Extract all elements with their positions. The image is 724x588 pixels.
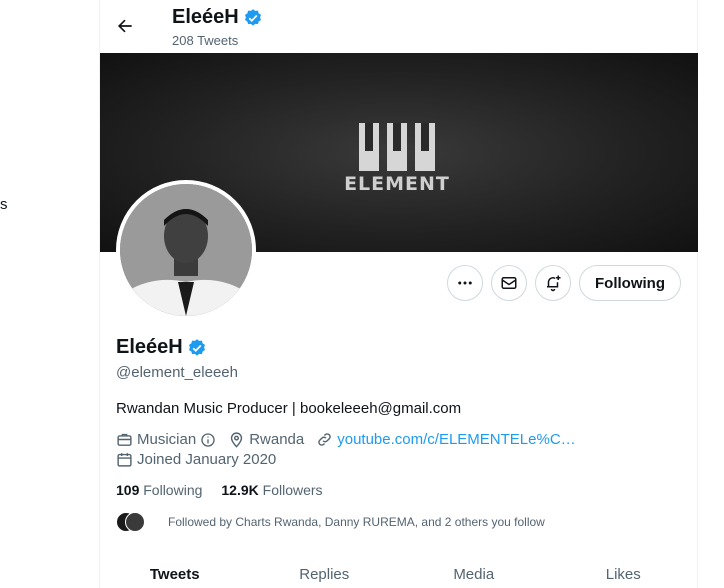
tab-replies[interactable]: Replies [250, 553, 400, 588]
website-link[interactable]: youtube.com/c/ELEMENTELe%C… [337, 431, 575, 448]
followed-by-text: Followed by Charts Rwanda, Danny RUREMA,… [168, 515, 545, 529]
location-item: Rwanda [228, 431, 304, 448]
banner-brand-text: ELEMENT [344, 173, 450, 195]
calendar-icon [117, 453, 132, 467]
display-name: EleéeH [116, 336, 183, 358]
joined-text: Joined January 2020 [137, 451, 277, 468]
back-arrow-icon [117, 19, 132, 33]
location-text: Rwanda [249, 431, 305, 448]
sidebar-text-fragment: s [0, 196, 8, 213]
header-name: EleéeH [172, 6, 239, 28]
briefcase-icon [117, 433, 132, 446]
left-sidebar: s [0, 0, 99, 588]
profile-column: EleéeH 208 Tweets ELEMENT Following Eleé… [99, 0, 698, 588]
envelope-icon [501, 277, 517, 289]
website-item: youtube.com/c/ELEMENTELe%C… [316, 431, 576, 448]
profile-name: EleéeH [116, 336, 207, 359]
more-button[interactable] [447, 265, 484, 301]
following-stat[interactable]: 109 Following [116, 482, 202, 498]
profile-actions: Following [447, 265, 681, 301]
followers-count: 12.9K [221, 482, 259, 498]
category-item: Musician [116, 431, 216, 448]
bell-plus-icon [547, 275, 561, 292]
followers-label: Followers [262, 482, 323, 498]
tab-tweets[interactable]: Tweets [100, 553, 250, 588]
joined-item: Joined January 2020 [116, 451, 276, 468]
mutual-avatar [125, 512, 145, 532]
followers-stat[interactable]: 12.9K Followers [221, 482, 322, 498]
profile-tabs: Tweets Replies Media Likes [100, 553, 698, 588]
info-icon[interactable] [200, 432, 216, 448]
profile-handle: @element_eleeeh [116, 364, 238, 381]
message-button[interactable] [491, 265, 528, 301]
verified-badge-icon [244, 8, 261, 26]
profile-bio: Rwandan Music Producer | bookeleeeh@gmai… [116, 400, 462, 417]
back-button[interactable] [110, 11, 140, 41]
profile-header-bar: EleéeH 208 Tweets [100, 0, 698, 53]
notify-button[interactable] [535, 265, 572, 301]
followed-by-row[interactable]: Followed by Charts Rwanda, Danny RUREMA,… [116, 512, 545, 532]
follow-stats: 109 Following 12.9K Followers [116, 482, 323, 498]
following-count: 109 [116, 482, 140, 498]
mutual-avatars [116, 512, 150, 532]
avatar-photo [120, 184, 252, 316]
link-icon [318, 433, 332, 446]
more-icon [458, 281, 472, 285]
location-pin-icon [231, 432, 243, 448]
header-title: EleéeH [172, 6, 263, 29]
profile-meta: Musician Rwanda youtube.com/c/ELEMENTELe… [116, 431, 576, 448]
tab-media[interactable]: Media [399, 553, 549, 588]
verified-badge-icon [188, 338, 205, 356]
following-label: Following [143, 482, 203, 498]
category-text: Musician [137, 431, 197, 448]
profile-avatar[interactable] [116, 180, 256, 320]
tab-likes[interactable]: Likes [549, 553, 699, 588]
tweet-count: 208 Tweets [172, 33, 239, 48]
following-button[interactable]: Following [579, 265, 681, 301]
